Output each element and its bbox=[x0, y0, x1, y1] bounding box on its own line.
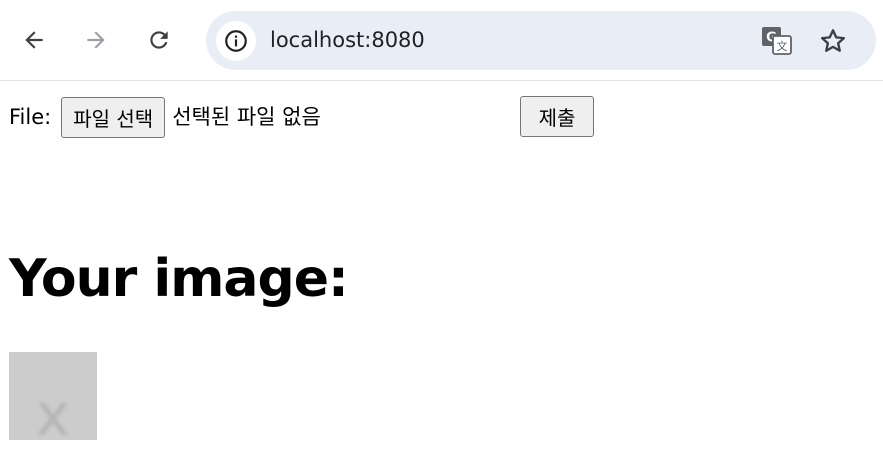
translate-button[interactable]: G 文 bbox=[759, 25, 795, 57]
page-heading: Your image: bbox=[9, 249, 349, 309]
info-icon bbox=[225, 30, 247, 52]
url-text[interactable]: localhost:8080 bbox=[270, 27, 425, 53]
submit-button[interactable]: 제출 bbox=[520, 96, 594, 137]
forward-button[interactable] bbox=[78, 22, 114, 58]
upload-form: File: 파일 선택 선택된 파일 없음 bbox=[9, 96, 321, 138]
address-bar[interactable]: localhost:8080 G 文 bbox=[206, 11, 876, 70]
reload-button[interactable] bbox=[141, 22, 177, 58]
broken-image-icon: x bbox=[35, 381, 71, 440]
no-file-status: 선택된 파일 없음 bbox=[172, 105, 321, 129]
arrow-right-icon bbox=[87, 31, 105, 49]
browser-toolbar: localhost:8080 G 文 bbox=[0, 0, 883, 81]
bookmark-button[interactable] bbox=[815, 24, 851, 58]
broken-image-placeholder: x bbox=[9, 352, 97, 440]
svg-text:文: 文 bbox=[777, 39, 788, 53]
star-icon bbox=[820, 29, 846, 52]
site-info-button[interactable] bbox=[216, 21, 256, 61]
translate-icon: G 文 bbox=[762, 27, 792, 55]
choose-file-button[interactable]: 파일 선택 bbox=[61, 96, 166, 138]
arrow-left-icon bbox=[25, 31, 43, 49]
back-button[interactable] bbox=[16, 22, 52, 58]
file-label: File: bbox=[9, 105, 52, 129]
reload-icon bbox=[150, 31, 168, 49]
